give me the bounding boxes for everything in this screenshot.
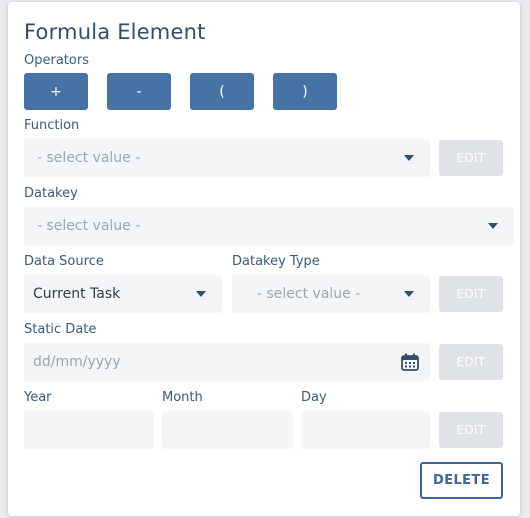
chevron-down-icon [404, 291, 414, 297]
datakey-type-label: Datakey Type [232, 254, 320, 269]
function-select[interactable]: - select value - [24, 139, 430, 177]
operators-label: Operators [24, 53, 89, 68]
delete-button[interactable]: DELETE [420, 462, 503, 499]
operator-minus-button[interactable]: - [107, 73, 171, 110]
date-parts-edit-button[interactable]: EDIT [439, 412, 503, 448]
data-source-value: Current Task [33, 286, 121, 302]
function-select-placeholder: - select value - [37, 150, 141, 166]
formula-element-card: Formula Element Operators + - ( ) Functi… [8, 2, 520, 516]
datakey-type-placeholder: - select value - [257, 286, 361, 302]
operator-open-paren-button[interactable]: ( [190, 73, 254, 110]
operator-plus-button[interactable]: + [24, 73, 88, 110]
year-label: Year [24, 390, 52, 405]
card-title: Formula Element [24, 20, 206, 44]
day-input[interactable] [301, 411, 430, 449]
month-label: Month [162, 390, 203, 405]
data-source-select[interactable]: Current Task [24, 275, 222, 313]
static-date-input[interactable]: dd/mm/yyyy [24, 343, 430, 381]
datakey-type-select[interactable]: - select value - [232, 275, 430, 313]
day-label: Day [301, 390, 327, 405]
function-label: Function [24, 118, 80, 133]
chevron-down-icon [404, 155, 414, 161]
datakey-select-placeholder: - select value - [37, 218, 141, 234]
function-edit-button[interactable]: EDIT [439, 140, 503, 176]
data-source-label: Data Source [24, 254, 104, 269]
static-date-label: Static Date [24, 322, 97, 337]
datakey-type-edit-button[interactable]: EDIT [439, 276, 503, 312]
datakey-select[interactable]: - select value - [24, 207, 514, 245]
chevron-down-icon [196, 291, 206, 297]
datakey-label: Datakey [24, 186, 78, 201]
calendar-icon[interactable] [400, 352, 420, 376]
operator-close-paren-button[interactable]: ) [273, 73, 337, 110]
year-input[interactable] [24, 411, 154, 449]
static-date-placeholder: dd/mm/yyyy [33, 354, 121, 370]
chevron-down-icon [488, 223, 498, 229]
static-date-edit-button[interactable]: EDIT [439, 344, 503, 380]
month-input[interactable] [162, 411, 293, 449]
